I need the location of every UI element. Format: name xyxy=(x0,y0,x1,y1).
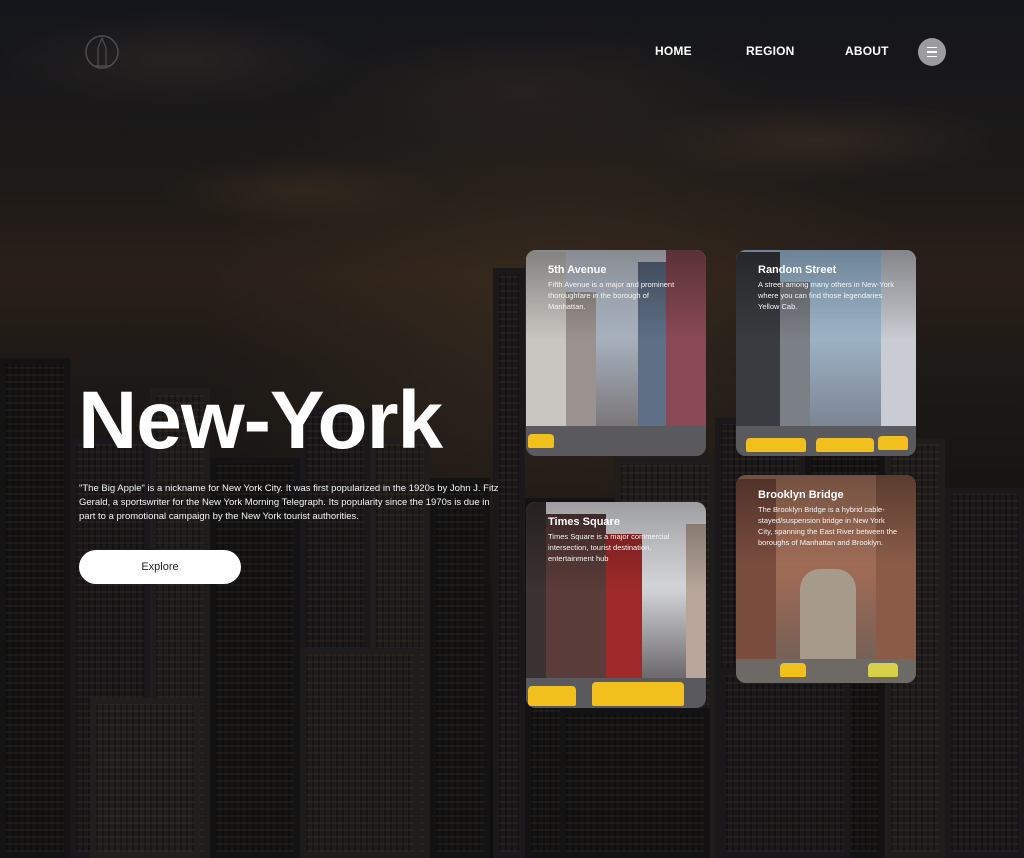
building-logo-icon[interactable] xyxy=(84,32,120,72)
card-5th-avenue[interactable]: 5th Avenue Fifth Avenue is a major and p… xyxy=(526,250,706,456)
menu-button[interactable] xyxy=(918,38,946,66)
card-text: Fifth Avenue is a major and prominent th… xyxy=(548,280,675,311)
hamburger-menu-icon xyxy=(927,45,937,59)
card-text: A street among many others in New-York w… xyxy=(758,280,895,311)
nav-about[interactable]: ABOUT xyxy=(845,44,889,58)
card-title: Times Square xyxy=(548,516,620,528)
hero-title: New-York xyxy=(78,375,443,466)
explore-button[interactable]: Explore xyxy=(79,550,241,584)
card-title: 5th Avenue xyxy=(548,264,607,276)
card-random-street[interactable]: Random Street A street among many others… xyxy=(736,250,916,456)
nav-home[interactable]: HOME xyxy=(655,44,692,58)
nav-region[interactable]: REGION xyxy=(746,44,795,58)
card-times-square[interactable]: Times Square Times Square is a major com… xyxy=(526,502,706,708)
hero-description: "The Big Apple" is a nickname for New Yo… xyxy=(79,483,499,522)
card-text: Times Square is a major commercial inter… xyxy=(548,532,670,563)
card-brooklyn-bridge[interactable]: Brooklyn Bridge The Brooklyn Bridge is a… xyxy=(736,475,916,683)
card-title: Brooklyn Bridge xyxy=(758,489,844,501)
card-title: Random Street xyxy=(758,264,837,276)
card-text: The Brooklyn Bridge is a hybrid cable-st… xyxy=(758,505,898,547)
